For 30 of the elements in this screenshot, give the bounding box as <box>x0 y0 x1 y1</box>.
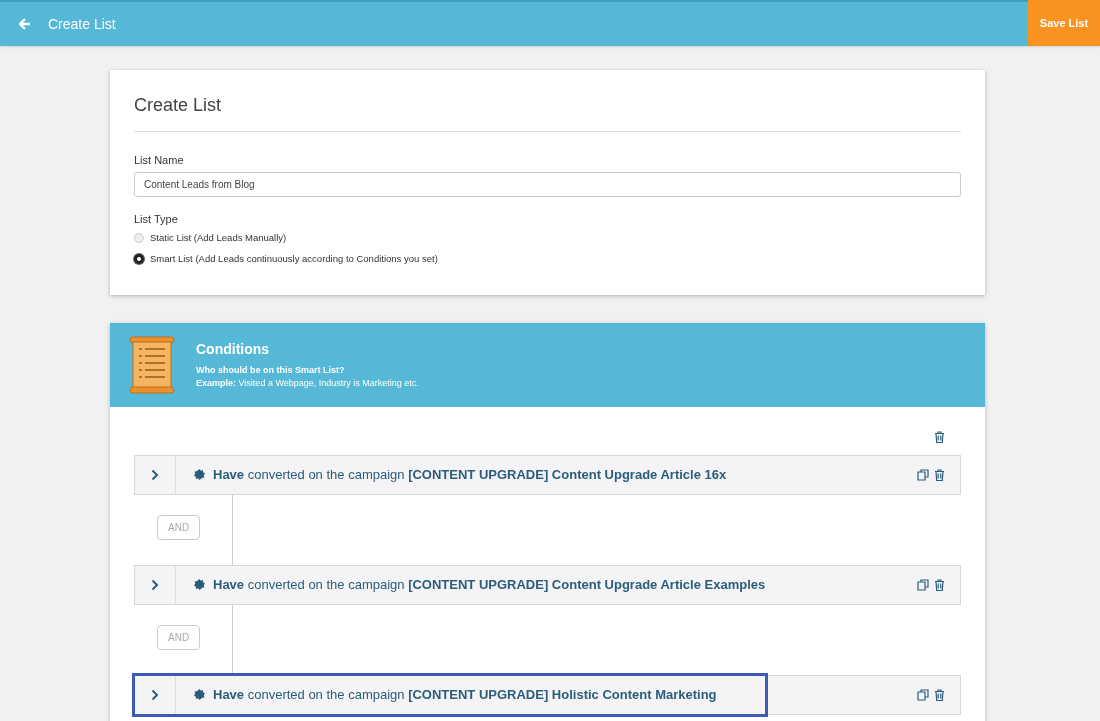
page-title: Create List <box>48 14 116 34</box>
radio-label: Static List (Add Leads Manually) <box>150 231 287 245</box>
scroll-checklist-icon <box>128 335 176 394</box>
copy-icon[interactable] <box>917 578 929 591</box>
conditions-subtitle: Who should be on this Smart List? <box>196 363 346 377</box>
copy-icon[interactable] <box>917 688 929 701</box>
radio-label: Smart List (Add Leads continuously according to Conditions you set) <box>150 252 438 267</box>
conditions-title: Conditions <box>196 339 271 359</box>
chevron-right-icon[interactable] <box>151 468 159 481</box>
and-connector: AND <box>157 515 201 540</box>
trash-icon[interactable] <box>934 578 945 591</box>
badge-icon <box>194 689 205 700</box>
trash-icon[interactable] <box>934 430 945 443</box>
list-name-input[interactable]: Content Leads from Blog <box>134 171 961 197</box>
form-title: Create List <box>134 92 961 132</box>
trash-icon[interactable] <box>934 468 945 481</box>
chevron-right-icon[interactable] <box>151 578 159 591</box>
condition-text: Have converted on the campaign [CONTENT UPGRADE] Content Upgrade Article 16x <box>213 465 727 484</box>
field-label: List Name <box>134 153 185 168</box>
condition-text: Have converted on the campaign [CONTENT UPGRADE] Content Upgrade Article Examples <box>213 575 766 594</box>
copy-icon[interactable] <box>917 468 929 481</box>
conditions-example: Example: Visited a Webpage, Industry is Marketing etc. <box>196 377 419 390</box>
chevron-right-icon[interactable] <box>151 688 159 701</box>
condition-text: Have converted on the campaign [CONTENT UPGRADE] Holistic Content Marketing <box>213 685 717 704</box>
and-connector: AND <box>157 625 201 650</box>
trash-icon[interactable] <box>934 688 945 701</box>
badge-icon <box>194 469 205 480</box>
badge-icon <box>194 579 205 590</box>
radio-button[interactable] <box>134 254 144 265</box>
field-label: List Type <box>134 211 179 227</box>
